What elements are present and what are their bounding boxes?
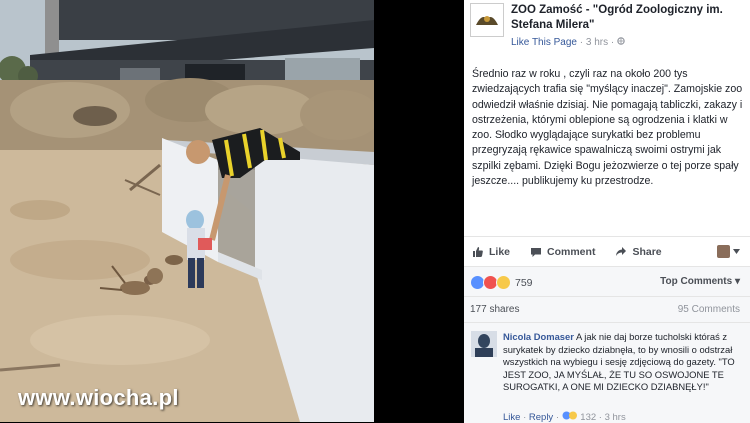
page-logo-icon[interactable]	[470, 3, 504, 37]
avatar	[717, 245, 730, 258]
post-meta: Like This Page · 3 hrs ·	[511, 37, 625, 48]
comment-label: Comment	[547, 246, 596, 258]
comments-count-link[interactable]: 95 Comments	[678, 304, 740, 315]
comment-button[interactable]: Comment	[530, 246, 595, 258]
wow-reaction-icon	[496, 275, 511, 290]
post-header: ZOO Zamość - "Ogród Zoologiczny im. Stef…	[464, 0, 750, 58]
page-name-link[interactable]: ZOO Zamość - "Ogród Zoologiczny im. Stef…	[511, 3, 741, 33]
comment-like-link[interactable]: Like	[503, 412, 520, 423]
reactions-count: 759	[515, 276, 533, 289]
share-label: Share	[632, 246, 662, 258]
comment-reply-link[interactable]: Reply	[529, 412, 553, 423]
comment-actions: Like · Reply · 132 · 3 hrs	[503, 411, 626, 423]
zoo-logo-icon	[476, 16, 498, 25]
like-button[interactable]: Like	[472, 246, 510, 258]
share-arrow-icon	[616, 247, 627, 256]
zoo-scene-illustration	[0, 0, 374, 422]
reactions-bar: 759 Top Comments ▾	[464, 266, 750, 297]
shares-bar: 177 shares 95 Comments	[464, 296, 750, 323]
like-page-link[interactable]: Like This Page	[511, 37, 577, 48]
comment-bubble-icon	[531, 248, 542, 257]
black-divider	[374, 0, 464, 422]
comment-time[interactable]: 3 hrs	[605, 412, 626, 423]
reactions-summary[interactable]: 759	[470, 275, 533, 290]
shares-count-link[interactable]: 177 shares	[470, 304, 519, 315]
comment-item: Nicola Domaser A jak nie daj borze tucho…	[464, 322, 750, 423]
chevron-down-icon	[733, 249, 740, 254]
thumbs-up-icon	[473, 247, 483, 257]
commenter-photo-icon	[471, 331, 497, 357]
reaction-icons	[562, 411, 577, 420]
comment-reactions-count: 132	[580, 412, 597, 423]
top-comments-label: Top Comments	[660, 276, 733, 287]
comment-author-link[interactable]: Nicola Domaser	[503, 331, 574, 342]
zoo-photo: www.wiocha.pl	[0, 0, 374, 422]
comment-reaction-icons[interactable]	[562, 411, 581, 423]
post-text: Średnio raz w roku , czyli raz na około …	[472, 68, 743, 188]
post-action-bar: Like Comment Share	[464, 236, 750, 267]
photo-watermark: www.wiocha.pl	[18, 385, 179, 410]
share-button[interactable]: Share	[615, 246, 662, 258]
facebook-post-panel: ZOO Zamość - "Ogród Zoologiczny im. Stef…	[464, 0, 750, 423]
globe-icon	[617, 37, 625, 48]
commenter-avatar[interactable]	[471, 331, 497, 357]
post-as-selector[interactable]	[717, 245, 740, 258]
top-comments-dropdown[interactable]: Top Comments ▾	[660, 276, 740, 287]
chevron-down-icon: ▾	[734, 276, 740, 287]
post-time[interactable]: 3 hrs	[586, 37, 608, 48]
like-label: Like	[489, 246, 511, 258]
comment-text: Nicola Domaser A jak nie daj borze tucho…	[503, 331, 743, 394]
